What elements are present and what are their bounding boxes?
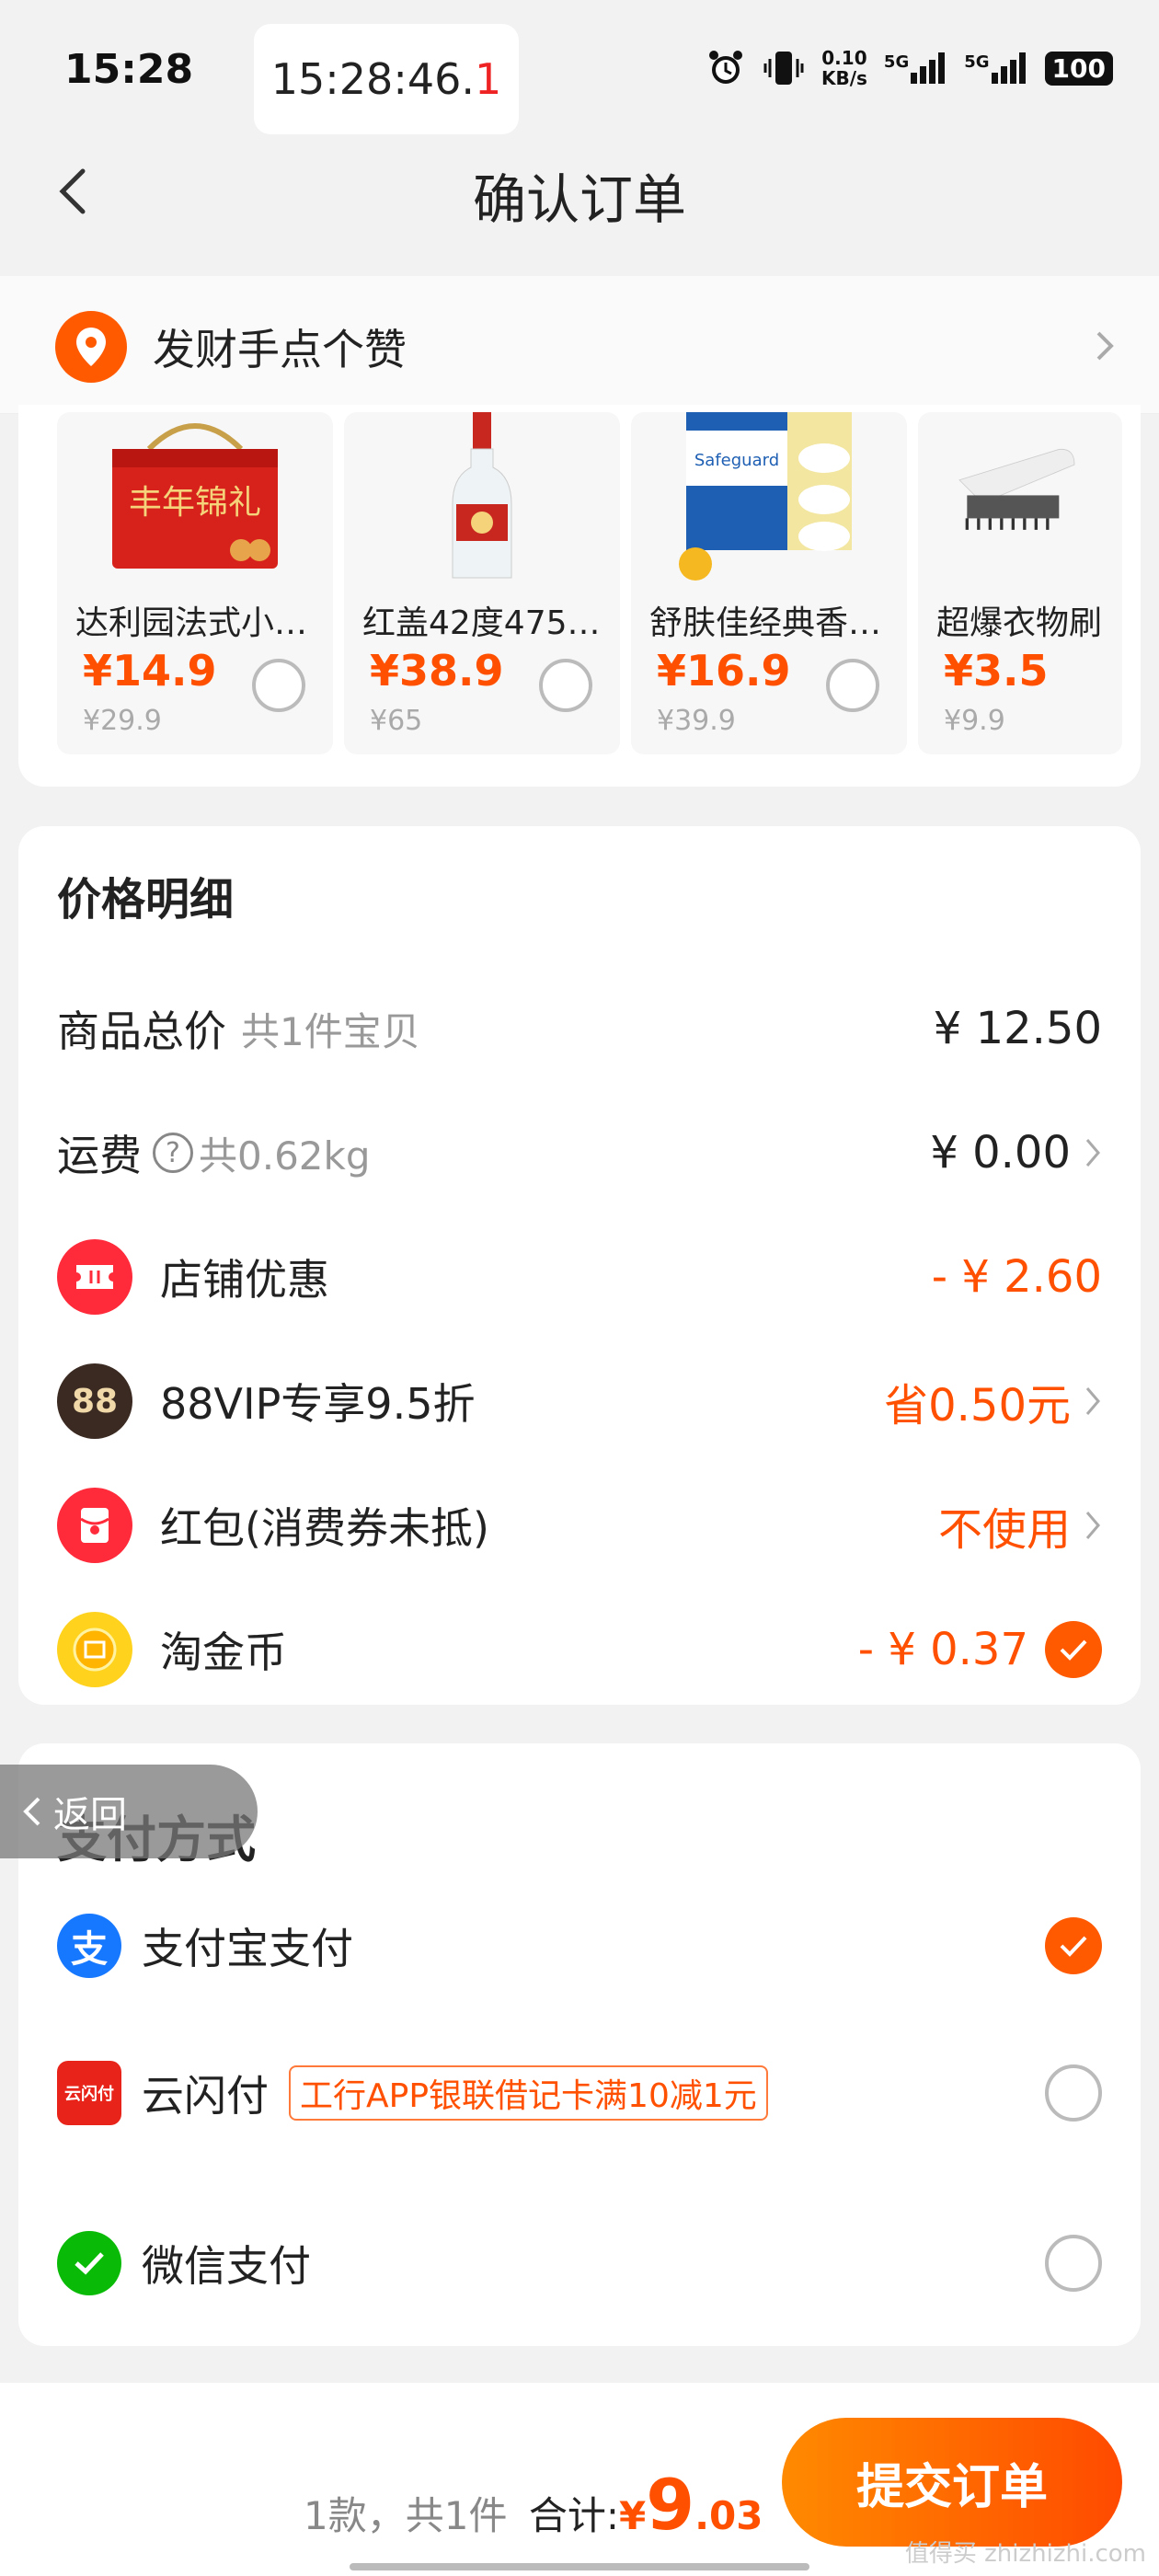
net-speed: 0.10 KB/s xyxy=(820,47,867,89)
page-title: 确认订单 xyxy=(472,168,686,231)
red-packet-icon xyxy=(57,1488,132,1563)
product-original-price: ¥65 xyxy=(370,705,423,737)
price-detail-card: 价格明细 商品总价 共1件宝贝 ¥ 12.50 运费 ? 共0.62kg ¥ 0… xyxy=(18,826,1141,1705)
product-name: 红盖42度475… xyxy=(362,604,601,642)
product-original-price: ¥9.9 xyxy=(944,705,1005,737)
watermark: 值得买 zhizhizhi.com xyxy=(904,2540,1146,2568)
goods-total-row: 商品总价 共1件宝贝 ¥ 12.50 xyxy=(57,1003,1102,1056)
status-icons: 0.10 KB/s 5G 5G 100 xyxy=(706,48,1113,88)
pay-option-unionpay[interactable]: 云闪付 云闪付 工行APP银联借记卡满10减1元 xyxy=(57,2047,1102,2139)
vibrate-icon xyxy=(763,52,804,85)
order-summary: 1款，共1件 合计:¥9.03 xyxy=(304,2464,763,2546)
price-detail-title: 价格明细 xyxy=(57,874,235,926)
taojinbi-value: - ¥ 0.37 xyxy=(857,1624,1028,1675)
product-price: ¥38.9 xyxy=(370,646,504,696)
help-icon[interactable]: ? xyxy=(153,1133,193,1173)
shop-discount-value: - ¥ 2.60 xyxy=(931,1251,1102,1303)
product-card[interactable]: 丰年锦礼 达利园法式小… ¥14.9 ¥29.9 xyxy=(57,412,333,754)
checkmark-icon[interactable] xyxy=(1045,1621,1102,1678)
checkout-footer: 1款，共1件 合计:¥9.03 提交订单 值得买 zhizhizhi.com xyxy=(0,2383,1159,2576)
product-image-soap: Safeguard xyxy=(679,412,852,581)
checkmark-icon[interactable] xyxy=(1045,1917,1102,1974)
product-name: 舒肤佳经典香… xyxy=(649,604,882,642)
goods-total-value: ¥ 12.50 xyxy=(933,1003,1102,1054)
product-card[interactable]: 超爆衣物刷 ¥3.5 ¥9.9 xyxy=(918,412,1122,754)
home-indicator[interactable] xyxy=(350,2563,809,2570)
product-card[interactable]: Safeguard 舒肤佳经典香… ¥16.9 ¥39.9 xyxy=(631,412,907,754)
chevron-right-icon xyxy=(1085,1512,1100,1539)
signal-icon-1: 5G xyxy=(884,52,947,84)
submit-order-button[interactable]: 提交订单 xyxy=(782,2418,1122,2547)
wechat-pay-icon xyxy=(57,2231,121,2295)
svg-text:丰年锦礼: 丰年锦礼 xyxy=(129,484,261,522)
unionpay-icon: 云闪付 xyxy=(57,2061,121,2125)
product-card[interactable]: 红盖42度475… ¥38.9 ¥65 xyxy=(344,412,620,754)
chevron-right-icon xyxy=(1085,1139,1100,1167)
select-radio[interactable] xyxy=(252,659,305,712)
vip-discount-value: 省0.50元 xyxy=(884,1380,1071,1432)
shipping-row[interactable]: 运费 ? 共0.62kg ¥ 0.00 xyxy=(57,1107,1102,1199)
product-original-price: ¥29.9 xyxy=(83,705,162,737)
product-price: ¥14.9 xyxy=(83,646,217,696)
floating-clock: 15:28:46.1 xyxy=(254,24,519,134)
product-name: 达利园法式小… xyxy=(75,604,308,642)
product-name: 超爆衣物刷 xyxy=(936,604,1103,642)
select-radio[interactable] xyxy=(826,659,879,712)
address-row[interactable]: 发财手点个赞 xyxy=(0,276,1159,414)
nav-bar: 确认订单 xyxy=(0,138,1159,276)
location-pin-icon xyxy=(55,311,127,383)
product-price: ¥16.9 xyxy=(657,646,791,696)
status-time: 15:28 xyxy=(64,46,194,93)
select-radio[interactable] xyxy=(539,659,592,712)
promo-badge: 工行APP银联借记卡满10减1元 xyxy=(289,2065,768,2121)
radio-unselected[interactable] xyxy=(1045,2235,1102,2292)
pay-option-wechat[interactable]: 微信支付 xyxy=(57,2217,1102,2309)
chevron-left-icon xyxy=(23,1797,40,1826)
red-packet-value: 不使用 xyxy=(937,1504,1071,1556)
vip-88-icon: 88 xyxy=(57,1363,132,1439)
alarm-icon xyxy=(708,51,742,84)
total-amount: 9 xyxy=(646,2464,695,2546)
alipay-icon: 支 xyxy=(57,1914,121,1978)
product-original-price: ¥39.9 xyxy=(657,705,736,737)
ticket-icon xyxy=(57,1239,132,1315)
status-bar: 15:28 15:28:46.1 0.10 KB/s 5G 5G 100 xyxy=(0,0,1159,138)
product-price: ¥3.5 xyxy=(944,646,1049,696)
svg-text:Safeguard: Safeguard xyxy=(694,451,779,470)
red-packet-row[interactable]: 红包(消费券未抵) 不使用 xyxy=(57,1479,1102,1571)
radio-unselected[interactable] xyxy=(1045,2064,1102,2122)
signal-icon-2: 5G xyxy=(964,52,1027,84)
product-image-liquor-bottle xyxy=(452,412,512,579)
product-image-brush xyxy=(958,448,1075,530)
chevron-right-icon xyxy=(1096,331,1114,361)
vip-discount-row[interactable]: 88 88VIP专享9.5折 省0.50元 xyxy=(57,1355,1102,1447)
product-carousel: 丰年锦礼 达利园法式小… ¥14.9 ¥29.9 红盖42度475… ¥38.9… xyxy=(18,405,1141,787)
pay-option-alipay[interactable]: 支 支付宝支付 xyxy=(57,1900,1102,1992)
taojinbi-row[interactable]: 淘金币 - ¥ 0.37 xyxy=(57,1604,1102,1696)
chevron-right-icon xyxy=(1085,1387,1100,1415)
floating-back-button[interactable]: 返回 xyxy=(0,1765,258,1858)
shop-discount-row: 店铺优惠 - ¥ 2.60 xyxy=(57,1231,1102,1323)
battery-icon: 100 xyxy=(1044,51,1113,86)
shipping-value: ¥ 0.00 xyxy=(930,1127,1071,1179)
address-name: 发财手点个赞 xyxy=(153,325,407,374)
product-image-gift-box: 丰年锦礼 xyxy=(112,423,278,569)
gold-coin-icon xyxy=(57,1612,132,1687)
